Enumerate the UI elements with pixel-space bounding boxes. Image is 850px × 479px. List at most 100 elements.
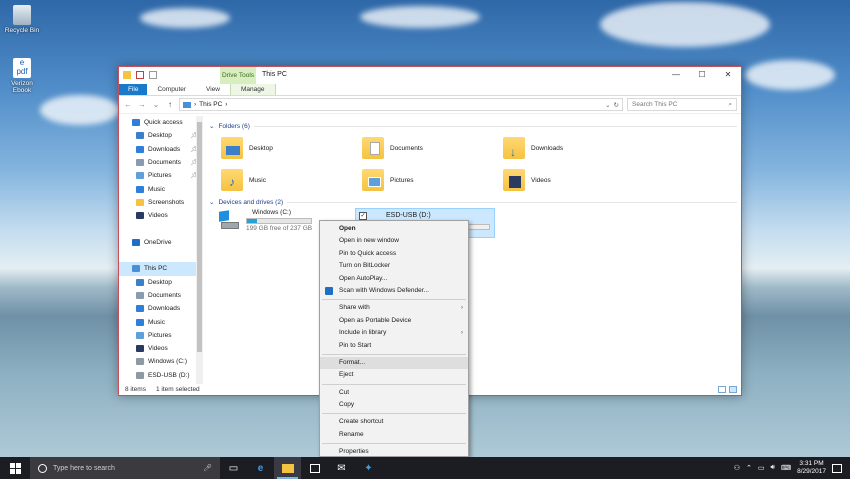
back-arrow-icon[interactable]: ← (123, 100, 133, 109)
forward-arrow-icon[interactable]: → (137, 100, 147, 109)
clock[interactable]: 3:31 PM 8/29/2017 (797, 460, 826, 476)
chevron-down-icon[interactable]: ⌄ (605, 101, 610, 109)
sidebar-item[interactable]: ESD-USB (D:) (119, 369, 202, 382)
sidebar-item[interactable]: Downloads (119, 302, 202, 315)
taskbar-search-input[interactable]: Type here to search 🎤︎ (30, 457, 220, 479)
sidebar-item[interactable]: Videos (119, 342, 202, 355)
drive-label: ESD-USB (D:) (386, 212, 431, 219)
desktop-icon-ebook[interactable]: e pdf Verizon Ebook (2, 58, 42, 94)
up-arrow-icon[interactable]: ↑ (165, 100, 175, 109)
people-icon[interactable]: ⚇ (734, 464, 740, 472)
network-icon[interactable]: ▭ (758, 464, 765, 472)
edge-icon[interactable]: e (247, 457, 274, 479)
close-button[interactable]: ✕ (715, 67, 741, 84)
context-menu-item[interactable]: Turn on BitLocker (320, 260, 468, 272)
context-menu-item[interactable]: Open (320, 223, 468, 235)
sidebar-item-label: This PC (144, 265, 168, 273)
start-button[interactable] (0, 457, 30, 479)
mail-icon[interactable]: ✉ (328, 457, 355, 479)
sidebar-item[interactable]: Desktop (119, 276, 202, 289)
task-view-icon[interactable]: ▭ (220, 457, 247, 479)
context-menu-item[interactable]: Open in new window (320, 235, 468, 247)
sidebar-item[interactable]: Pictures (119, 329, 202, 342)
menu-separator (322, 353, 466, 355)
tab-computer[interactable]: Computer (147, 84, 196, 95)
selection-checkbox[interactable]: ✓ (359, 212, 367, 220)
context-menu-item[interactable]: Pin to Start (320, 340, 468, 352)
sidebar-item[interactable]: Music (119, 182, 202, 195)
navigation-pane[interactable]: Quick access Desktop 📌︎ Downloads 📌︎ Document… (119, 116, 203, 384)
context-menu-item[interactable]: Cut (320, 387, 468, 399)
keyboard-icon[interactable]: ⌨ (781, 464, 791, 472)
folder-videos[interactable]: Videos (503, 169, 551, 191)
folder-downloads[interactable]: ↓ Downloads (503, 137, 563, 159)
sidebar-item[interactable]: This PC (119, 262, 202, 276)
tab-manage[interactable]: Manage (230, 84, 276, 95)
sidebar-item[interactable]: Desktop 📌︎ (119, 129, 202, 142)
system-tray: ⚇ ⌃ ▭ 🔊︎ ⌨ 3:31 PM 8/29/2017 (734, 457, 842, 479)
context-menu-item[interactable]: Scan with Windows Defender... (320, 285, 468, 297)
folder-music[interactable]: ♪ Music (221, 169, 266, 191)
store-icon[interactable] (301, 457, 328, 479)
folders-group-header[interactable]: ⌄ Folders (6) (209, 120, 737, 132)
context-menu-item[interactable]: Eject (320, 369, 468, 381)
content-pane[interactable]: ⌄ Folders (6) Desktop Documents ↓ Downlo… (209, 116, 741, 384)
twitter-icon[interactable]: ✦ (355, 457, 382, 479)
sidebar-item-label: Pictures (148, 172, 172, 180)
microphone-icon[interactable]: 🎤︎ (203, 464, 212, 472)
sidebar-item[interactable]: Windows (C:) (119, 355, 202, 368)
properties-icon[interactable] (149, 71, 157, 79)
volume-icon[interactable]: 🔊︎ (771, 464, 775, 472)
sidebar-item[interactable]: Music (119, 315, 202, 328)
context-menu-item[interactable]: Share with › (320, 302, 468, 314)
menu-item-label: Scan with Windows Defender... (339, 286, 429, 294)
show-hidden-icons-icon[interactable]: ⌃ (746, 464, 752, 472)
folder-icon[interactable] (123, 71, 131, 79)
minimize-button[interactable]: — (663, 67, 689, 84)
title-bar[interactable]: Drive Tools This PC — ☐ ✕ (119, 67, 741, 84)
context-menu-item[interactable]: Pin to Quick access (320, 248, 468, 260)
menu-item-label: Include in library (339, 329, 387, 337)
scrollbar-thumb[interactable] (197, 122, 202, 352)
context-menu-item[interactable]: Include in library › (320, 327, 468, 339)
context-menu-item[interactable]: Open AutoPlay... (320, 273, 468, 285)
address-bar[interactable]: › This PC › ⌄ ↻ (179, 98, 623, 111)
breadcrumb-this-pc[interactable]: This PC (199, 101, 222, 108)
desktop-icon-recycle-bin[interactable]: Recycle Bin (2, 5, 42, 34)
drive-windows-c[interactable]: Windows (C:) 199 GB free of 237 GB (219, 209, 312, 232)
action-center-icon[interactable] (832, 463, 842, 473)
recent-locations-icon[interactable]: ⌄ (151, 100, 161, 109)
music-folder-icon (136, 318, 144, 326)
maximize-button[interactable]: ☐ (689, 67, 715, 84)
refresh-icon[interactable]: ↻ (614, 101, 619, 109)
sidebar-item[interactable]: Screenshots (119, 196, 202, 209)
nav-scrollbar[interactable] (196, 116, 203, 384)
sidebar-item-label: OneDrive (144, 238, 172, 246)
context-menu-item[interactable]: Rename (320, 429, 468, 441)
sidebar-item[interactable]: Quick access (119, 116, 202, 129)
folder-pictures[interactable]: Pictures (362, 169, 413, 191)
large-icons-view-icon[interactable] (729, 386, 737, 393)
context-menu-item[interactable]: Format... (320, 356, 468, 370)
details-view-icon[interactable] (718, 386, 726, 393)
context-menu-item[interactable]: Open as Portable Device (320, 315, 468, 327)
sidebar-item[interactable]: Downloads 📌︎ (119, 143, 202, 156)
sidebar-item[interactable]: Videos (119, 209, 202, 222)
sidebar-item[interactable]: OneDrive (119, 236, 202, 249)
tab-file[interactable]: File (119, 84, 148, 95)
sidebar-item[interactable]: Documents 📌︎ (119, 156, 202, 169)
context-menu-item[interactable]: Create shortcut (320, 416, 468, 428)
sidebar-item-label: Music (148, 185, 165, 193)
downloads-folder-icon: ↓ (503, 137, 525, 159)
sidebar-item[interactable]: Pictures 📌︎ (119, 169, 202, 182)
checkmark-icon[interactable] (136, 71, 144, 79)
desktop-folder-icon (136, 132, 144, 140)
folder-desktop[interactable]: Desktop (221, 137, 273, 159)
folder-documents[interactable]: Documents (362, 137, 423, 159)
context-menu-item[interactable]: Copy (320, 399, 468, 411)
sidebar-item[interactable]: Documents (119, 289, 202, 302)
search-input[interactable]: Search This PC ⌕ (627, 98, 737, 111)
tab-view[interactable]: View (196, 84, 230, 95)
devices-group-header[interactable]: ⌄ Devices and drives (2) (209, 196, 737, 208)
file-explorer-icon[interactable] (274, 457, 301, 479)
